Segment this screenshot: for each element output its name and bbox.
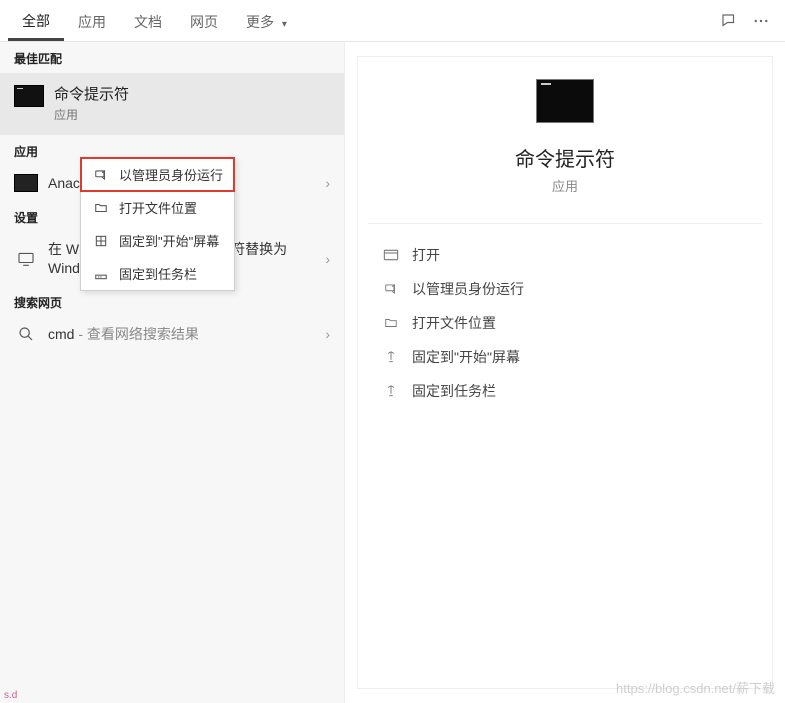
best-match-item[interactable]: 命令提示符 应用: [0, 73, 344, 135]
ctx-pin-start-label: 固定到"开始"屏幕: [119, 231, 219, 250]
results-pane: 最佳匹配 命令提示符 应用 应用 Anac xxxxxxxxxxxxxxxxx …: [0, 42, 345, 703]
corner-badge: s.d: [4, 690, 17, 701]
shield-icon: [91, 167, 111, 183]
open-icon: [380, 247, 402, 263]
tab-all[interactable]: 全部: [8, 1, 64, 41]
action-open[interactable]: 打开: [368, 238, 762, 272]
best-match-header: 最佳匹配: [0, 42, 344, 73]
action-pin-taskbar[interactable]: 固定到任务栏: [368, 374, 762, 408]
action-open-location[interactable]: 打开文件位置: [368, 306, 762, 340]
action-pin-start-label: 固定到"开始"屏幕: [412, 347, 520, 367]
terminal-icon: [14, 174, 38, 192]
pin-taskbar-icon: [91, 266, 111, 282]
ctx-pin-taskbar-label: 固定到任务栏: [119, 264, 197, 283]
search-icon: [14, 325, 38, 343]
pin-start-icon: [380, 349, 402, 365]
preview-subtitle: 应用: [552, 176, 578, 195]
ctx-pin-taskbar[interactable]: 固定到任务栏: [81, 257, 234, 290]
ctx-pin-start[interactable]: 固定到"开始"屏幕: [81, 224, 234, 257]
chevron-right-icon[interactable]: ›: [325, 251, 330, 267]
tab-web[interactable]: 网页: [176, 2, 232, 40]
action-pin-taskbar-label: 固定到任务栏: [412, 381, 496, 401]
pin-start-icon: [91, 233, 111, 249]
action-run-admin[interactable]: 以管理员身份运行: [368, 272, 762, 306]
context-menu: 以管理员身份运行 打开文件位置 固定到"开始"屏幕: [80, 157, 235, 291]
action-open-label: 打开: [412, 245, 440, 265]
pin-taskbar-icon: [380, 383, 402, 399]
ctx-open-location[interactable]: 打开文件位置: [81, 191, 234, 224]
folder-icon: [380, 315, 402, 331]
best-match-subtitle: 应用: [54, 106, 129, 123]
more-options-icon[interactable]: [745, 5, 777, 37]
tab-more-label: 更多: [246, 14, 274, 30]
chevron-down-icon: ▾: [282, 19, 287, 30]
web-result-cmd[interactable]: cmd - 查看网络搜索结果 ›: [0, 317, 344, 352]
cmd-icon: [14, 85, 44, 107]
settings-monitor-icon: [14, 250, 38, 268]
best-match-title: 命令提示符: [54, 83, 129, 104]
preview-title: 命令提示符: [515, 143, 615, 172]
chevron-right-icon[interactable]: ›: [325, 326, 330, 342]
web-suffix: - 查看网络搜索结果: [74, 326, 198, 342]
ctx-run-admin-label: 以管理员身份运行: [119, 165, 223, 184]
preview-pane: 命令提示符 应用 打开 以: [345, 42, 785, 703]
ctx-open-location-label: 打开文件位置: [119, 198, 197, 217]
ctx-run-as-admin[interactable]: 以管理员身份运行: [81, 158, 234, 191]
app-text-left: Anac: [48, 175, 80, 191]
action-run-admin-label: 以管理员身份运行: [412, 279, 524, 299]
preview-cmd-icon: [536, 79, 594, 123]
chevron-right-icon[interactable]: ›: [325, 175, 330, 191]
tab-docs[interactable]: 文档: [120, 2, 176, 40]
shield-icon: [380, 281, 402, 297]
preview-actions: 打开 以管理员身份运行 打开文件位置: [368, 223, 762, 408]
web-query: cmd: [48, 326, 74, 342]
folder-icon: [91, 200, 111, 216]
web-result-text: cmd - 查看网络搜索结果: [48, 325, 325, 344]
tab-apps[interactable]: 应用: [64, 2, 120, 40]
search-tabs: 全部 应用 文档 网页 更多 ▾: [0, 0, 785, 42]
feedback-icon[interactable]: [713, 5, 745, 37]
action-open-location-label: 打开文件位置: [412, 313, 496, 333]
tab-more[interactable]: 更多 ▾: [232, 2, 301, 40]
action-pin-start[interactable]: 固定到"开始"屏幕: [368, 340, 762, 374]
preview-card: 命令提示符 应用 打开 以: [357, 56, 773, 689]
